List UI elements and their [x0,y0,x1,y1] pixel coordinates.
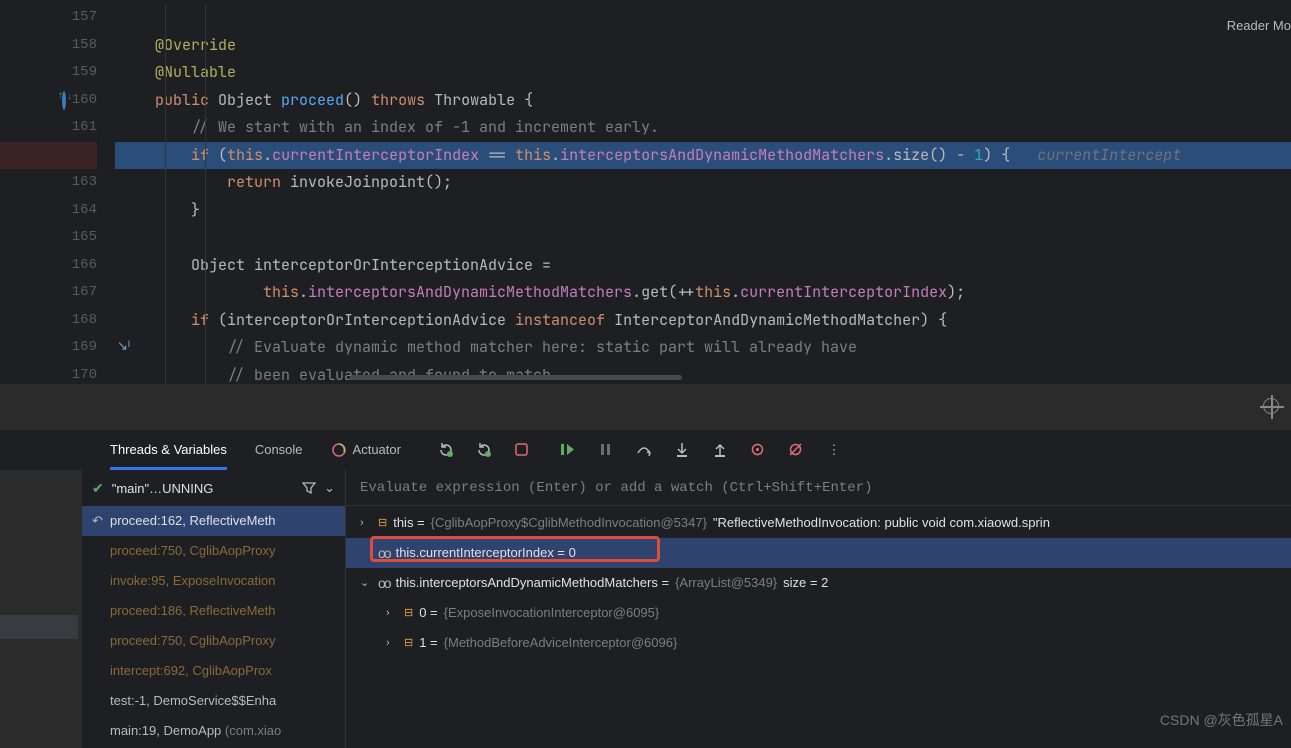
stack-frame[interactable]: invoke:95, ExposeInvocation [82,566,345,596]
pause-icon[interactable] [597,441,615,459]
variable-row-current-index[interactable]: › oo this.currentInterceptorIndex = 0 [346,538,1291,568]
line-number[interactable]: 164 [0,197,97,225]
variable-object: {ArrayList@5349} [675,568,777,598]
panel-divider[interactable] [0,384,1291,430]
stack-frame[interactable]: proceed:186, ReflectiveMeth [82,596,345,626]
code-line[interactable]: Object interceptorOrInterceptionAdvice = [115,252,1291,280]
code-line[interactable]: public Object proceed() throws Throwable… [115,87,1291,115]
variable-object: {MethodBeforeAdviceInterceptor@6096} [444,628,678,658]
gutter[interactable]: 157158159160161163164165166167168169170 [0,4,115,384]
code-editor[interactable]: Reader Mo 157158159160161163164165166167… [0,4,1291,384]
actuator-icon [331,442,347,458]
step-into-icon[interactable] [673,441,691,459]
variable-name: 0 = [419,598,437,628]
line-number[interactable]: 157 [0,4,97,32]
rerun-icon[interactable] [437,441,455,459]
tool-left-gutter [0,470,82,748]
line-number[interactable]: 168 [0,307,97,335]
line-number[interactable]: 163 [0,169,97,197]
frames-panel[interactable]: ✔ "main"…UNNING ⌄ ↶proceed:162, Reflecti… [82,470,346,748]
mute-breakpoints-icon[interactable] [787,441,805,459]
object-icon: ⊟ [404,598,413,628]
variable-object: {ExposeInvocationInterceptor@6095} [444,598,660,628]
thread-selector[interactable]: ✔ "main"…UNNING ⌄ [82,470,345,506]
watermark: CSDN @灰色孤星A [1160,710,1283,730]
expand-arrow-icon[interactable]: › [386,598,398,628]
highlight-annotation [370,536,660,562]
step-out-icon[interactable] [711,441,729,459]
more-icon[interactable]: ⋮ [825,441,843,459]
run-to-cursor-icon[interactable]: ↘ᴵ [117,338,130,353]
line-number[interactable]: 169 [0,334,97,362]
code-line[interactable]: @Nullable [115,59,1291,87]
tab-actuator[interactable]: Actuator [331,430,401,470]
code-line[interactable]: return invokeJoinpoint(); [115,169,1291,197]
thread-name: "main"…UNNING [112,481,214,496]
variable-name: this = [393,508,424,538]
override-icon[interactable] [62,91,66,110]
stack-frame[interactable]: proceed:750, CglibAopProxy [82,626,345,656]
variable-object: {CglibAopProxy$CglibMethodInvocation@534… [431,508,707,538]
line-number[interactable]: 161 [0,114,97,142]
debug-toolbar: Threads & Variables Console Actuator ⋮ [0,430,1291,470]
code-line[interactable]: // Evaluate dynamic method matcher here:… [115,334,1291,362]
line-number[interactable] [0,142,97,170]
step-over-icon[interactable] [635,441,653,459]
code-line[interactable]: @Override [115,32,1291,60]
object-icon: ⊟ [404,628,413,658]
code-line[interactable]: } [115,197,1291,225]
stack-frame[interactable]: main:19, DemoApp (com.xiao [82,716,345,746]
stack-frame[interactable]: ↶proceed:162, ReflectiveMeth [82,506,345,536]
code-line[interactable]: if (interceptorOrInterceptionAdvice inst… [115,307,1291,335]
stack-frame[interactable]: proceed:750, CglibAopProxy [82,536,345,566]
variable-name: 1 = [419,628,437,658]
variable-row-list-item-0[interactable]: › ⊟ 0 = {ExposeInvocationInterceptor@609… [346,598,1291,628]
chevron-down-icon[interactable]: ⌄ [324,480,335,496]
collapse-arrow-icon[interactable]: ⌄ [360,568,372,598]
code-line[interactable]: // We start with an index of -1 and incr… [115,114,1291,142]
variable-row-this[interactable]: › ⊟ this = {CglibAopProxy$CglibMethodInv… [346,508,1291,538]
watch-icon: oo [378,568,390,598]
stack-frame[interactable]: intercept:692, CglibAopProx [82,656,345,686]
crosshair-icon[interactable] [1263,398,1279,414]
line-number[interactable]: 160 [0,87,97,115]
line-number[interactable]: 166 [0,252,97,280]
variable-row-interceptors-list[interactable]: ⌄ oo this.interceptorsAndDynamicMethodMa… [346,568,1291,598]
variable-size: size = 2 [783,568,828,598]
code-line[interactable] [115,224,1291,252]
horizontal-scrollbar[interactable] [350,375,682,380]
code-line[interactable]: if (this.currentInterceptorIndex == this… [115,142,1291,170]
variables-panel[interactable]: Evaluate expression (Enter) or add a wat… [346,470,1291,748]
expand-arrow-icon[interactable]: › [386,628,398,658]
code-line[interactable] [115,4,1291,32]
resume-icon[interactable] [559,441,577,459]
check-icon: ✔ [92,480,104,497]
rerun-debug-icon[interactable] [475,441,493,459]
debug-panel: Threads & Variables Console Actuator ⋮ ✔ [0,430,1291,748]
stack-frame[interactable]: test:-1, DemoService$$Enha [82,686,345,716]
drop-frame-icon[interactable]: ↶ [92,506,106,536]
stop-icon[interactable] [513,441,531,459]
variable-row-list-item-1[interactable]: › ⊟ 1 = {MethodBeforeAdviceInterceptor@6… [346,628,1291,658]
view-breakpoints-icon[interactable] [749,441,767,459]
evaluate-expression-input[interactable]: Evaluate expression (Enter) or add a wat… [346,470,1291,506]
line-number[interactable]: 167 [0,279,97,307]
variable-name: this.interceptorsAndDynamicMethodMatcher… [396,568,669,598]
line-number[interactable]: 159 [0,59,97,87]
variable-string: "ReflectiveMethodInvocation: public void… [713,508,1050,538]
line-number[interactable]: 165 [0,224,97,252]
filter-icon[interactable] [302,481,316,495]
expand-arrow-icon[interactable]: › [360,508,372,538]
object-icon: ⊟ [378,508,387,538]
code-line[interactable]: this.interceptorsAndDynamicMethodMatcher… [115,279,1291,307]
tab-threads-variables[interactable]: Threads & Variables [110,430,227,470]
line-number[interactable]: 158 [0,32,97,60]
tab-console[interactable]: Console [255,430,303,470]
